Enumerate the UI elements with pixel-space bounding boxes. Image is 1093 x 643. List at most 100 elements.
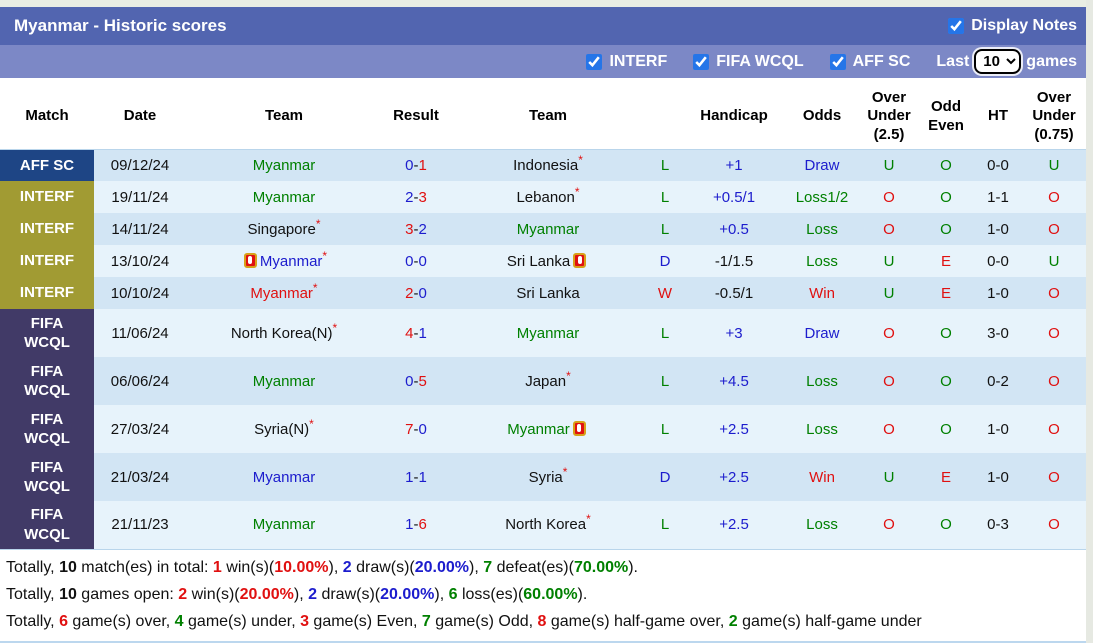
competition-badge: FIFA WCQL — [0, 453, 94, 501]
interf-checkbox[interactable] — [586, 53, 603, 70]
star-marker: * — [309, 416, 314, 431]
team-link[interactable]: Syria(N) — [254, 421, 309, 438]
team-link[interactable]: Japan — [525, 373, 566, 390]
home-score: 2 — [405, 188, 414, 206]
home-team-cell: Singapore* — [186, 213, 382, 245]
table-row: FIFA WCQL 27/03/24 Syria(N)* 7-0 Myanmar L +2.… — [0, 405, 1086, 453]
team-link[interactable]: Myanmar — [253, 469, 316, 486]
wld-cell: L — [646, 357, 684, 405]
over-under-075-cell: U — [1022, 245, 1086, 277]
team-link[interactable]: Myanmar — [253, 189, 316, 206]
away-score: 5 — [418, 372, 427, 390]
competition-badge: INTERF — [0, 181, 94, 213]
away-team-cell: Myanmar — [450, 309, 646, 357]
ht-cell: 1-1 — [974, 181, 1022, 213]
summary-text: 2 — [178, 585, 188, 603]
away-score: 0 — [418, 252, 427, 270]
summary-text: Totally, — [6, 558, 60, 576]
red-card-icon — [572, 420, 586, 436]
page: Myanmar - Historic scores Display Notes … — [0, 0, 1093, 643]
column-header-ht: HT — [974, 85, 1022, 150]
table-row: FIFA WCQL 21/11/23 Myanmar 1-6 North Korea* L… — [0, 501, 1086, 550]
odds-cell: Loss — [784, 357, 860, 405]
home-score: 1 — [405, 516, 414, 534]
over-under-25-cell: U — [860, 245, 918, 277]
team-link[interactable]: North Korea — [505, 516, 586, 533]
summary-text: ), — [293, 585, 309, 603]
table-row: INTERF 13/10/24 Myanmar* 0-0 Sri Lanka D -1/1.… — [0, 245, 1086, 277]
wld-cell: L — [646, 501, 684, 550]
team-link[interactable]: Lebanon — [516, 189, 574, 206]
summary-text: ). — [577, 585, 588, 603]
summary-text: game(s) half-game under — [737, 612, 922, 630]
team-link[interactable]: Myanmar — [260, 253, 323, 270]
column-header-handicap: Handicap — [684, 85, 784, 150]
summary-line: Totally, 10 games open: 2 win(s)(20.00%)… — [6, 581, 1093, 608]
odds-cell: Draw — [784, 149, 860, 181]
competition-badge: FIFA WCQL — [0, 405, 94, 453]
team-link[interactable]: Myanmar — [517, 221, 580, 238]
red-card-icon — [573, 252, 587, 268]
aff-sc-checkbox[interactable] — [829, 53, 846, 70]
table-row: INTERF 10/10/24 Myanmar* 2-0 Sri Lanka W -0.5/… — [0, 277, 1086, 309]
last-games-select[interactable]: 10 — [974, 49, 1022, 74]
away-team-cell: Sri Lanka — [450, 245, 646, 277]
home-team-cell: Myanmar — [186, 357, 382, 405]
summary-text: 2 — [342, 558, 352, 576]
odd-even-cell: O — [918, 181, 974, 213]
team-link[interactable]: Myanmar — [517, 325, 580, 342]
matches-table: Match Date Team Result Team Handicap Odd… — [0, 85, 1086, 550]
wld-cell: D — [646, 453, 684, 501]
team-link[interactable]: Myanmar — [253, 373, 316, 390]
team-link[interactable]: Syria — [529, 469, 563, 486]
over-under-075-cell: O — [1022, 453, 1086, 501]
red-card-icon — [243, 252, 257, 268]
star-marker: * — [562, 464, 568, 479]
team-link[interactable]: Indonesia — [513, 157, 578, 174]
ht-cell: 1-0 — [974, 213, 1022, 245]
star-marker: * — [566, 368, 571, 383]
summary-text: defeat(es)( — [492, 558, 574, 576]
match-date: 09/12/24 — [94, 149, 186, 181]
match-date: 10/10/24 — [94, 277, 186, 309]
away-team-cell: Sri Lanka — [450, 277, 646, 309]
display-notes-checkbox[interactable] — [948, 18, 965, 34]
column-header-odd-even: Odd Even — [918, 85, 974, 150]
home-team-cell: North Korea(N)* — [186, 309, 382, 357]
team-link[interactable]: Myanmar — [250, 285, 313, 302]
handicap-cell: +2.5 — [684, 405, 784, 453]
match-date: 27/03/24 — [94, 405, 186, 453]
team-link[interactable]: Sri Lanka — [516, 285, 579, 302]
away-score: 3 — [418, 188, 427, 206]
column-header-wld — [646, 85, 684, 150]
odd-even-cell: O — [918, 213, 974, 245]
column-header-over-under-25: Over Under (2.5) — [860, 85, 918, 150]
summary-text: 2 — [308, 585, 317, 603]
odds-cell: Win — [784, 277, 860, 309]
away-score: 1 — [418, 156, 427, 174]
team-link[interactable]: North Korea(N) — [231, 325, 333, 342]
handicap-cell: +4.5 — [684, 357, 784, 405]
away-score: 6 — [418, 516, 427, 534]
odd-even-cell: E — [918, 453, 974, 501]
team-link[interactable]: Myanmar — [507, 421, 570, 438]
competition-badge: AFF SC — [0, 149, 94, 181]
wld-cell: L — [646, 181, 684, 213]
result-cell: 0-5 — [382, 357, 450, 405]
competition-badge: FIFA WCQL — [0, 501, 94, 550]
odds-cell: Loss — [784, 501, 860, 550]
team-link[interactable]: Myanmar — [253, 516, 316, 533]
handicap-cell: +3 — [684, 309, 784, 357]
filter-bar: INTERF FIFA WCQL AFF SC Last 10 games — [0, 45, 1093, 78]
star-marker: * — [332, 320, 338, 335]
home-team-cell: Myanmar — [186, 501, 382, 550]
away-score: 0 — [418, 284, 427, 302]
fifa-wcql-checkbox[interactable] — [693, 53, 710, 70]
team-link[interactable]: Singapore — [247, 221, 315, 238]
over-under-25-cell: O — [860, 309, 918, 357]
team-link[interactable]: Myanmar — [253, 157, 316, 174]
match-table-body: AFF SC 09/12/24 Myanmar 0-1 Indonesia* L +1 Dra… — [0, 149, 1086, 550]
team-link[interactable]: Sri Lanka — [507, 253, 570, 270]
filter-fifa-wcql-label: FIFA WCQL — [716, 52, 804, 70]
odd-even-cell: E — [918, 245, 974, 277]
